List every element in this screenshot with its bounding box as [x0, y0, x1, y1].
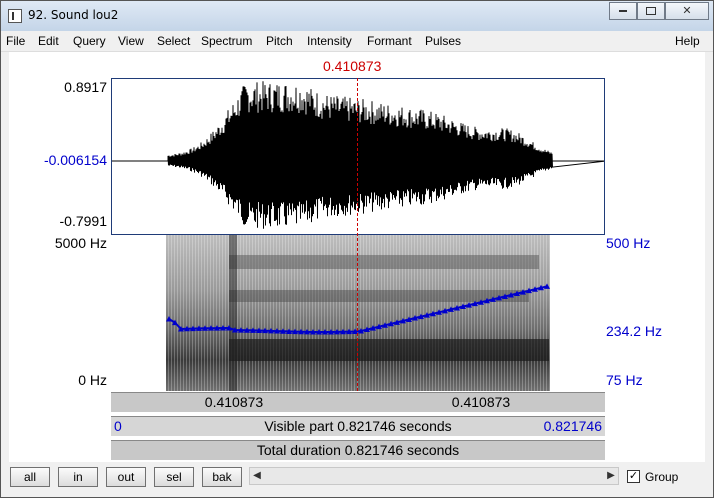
menu-spectrum[interactable]: Spectrum: [201, 34, 252, 48]
scroll-left-icon[interactable]: ◀: [250, 468, 264, 484]
group-label: Group: [645, 470, 679, 484]
maximize-icon: [646, 7, 656, 16]
menu-select[interactable]: Select: [157, 34, 190, 48]
onset-burst: [229, 235, 237, 391]
zoom-all-button[interactable]: all: [10, 467, 50, 487]
waveform-min-label: -0.7991: [59, 213, 107, 229]
scroll-right-icon[interactable]: ▶: [604, 468, 618, 484]
menu-view[interactable]: View: [118, 34, 144, 48]
app-icon: [8, 9, 22, 23]
sound-editor-area[interactable]: 0.410873 0.8917 -0.006154 -0.7991 5000 H…: [9, 52, 705, 462]
menu-intensity[interactable]: Intensity: [307, 34, 352, 48]
praat-sound-window: 92. Sound lou2 ✕ File Edit Query View Se…: [0, 0, 714, 498]
window-controls: ✕: [609, 2, 709, 20]
formant-band-low: [229, 339, 549, 361]
menu-bar: File Edit Query View Select Spectrum Pit…: [1, 31, 713, 52]
visible-part-bar[interactable]: 0 Visible part 0.821746 seconds 0.821746: [111, 416, 605, 436]
check-icon: ✓: [628, 470, 639, 482]
selection-left-segment[interactable]: 0.410873: [111, 392, 357, 412]
close-button[interactable]: ✕: [665, 2, 709, 20]
visible-end-label: 0.821746: [543, 418, 602, 434]
pitch-bottom-label: 75 Hz: [606, 372, 643, 388]
waveform-zero-label: -0.006154: [43, 152, 107, 168]
menu-file[interactable]: File: [6, 34, 25, 48]
menu-help[interactable]: Help: [675, 34, 700, 48]
visible-start-label: 0: [114, 418, 122, 434]
close-icon: ✕: [682, 5, 692, 17]
group-checkbox[interactable]: ✓: [627, 470, 640, 483]
menu-pulses[interactable]: Pulses: [425, 34, 461, 48]
maximize-button[interactable]: [637, 2, 665, 20]
formant-band-mid: [229, 290, 529, 302]
zoom-in-button[interactable]: in: [58, 467, 98, 487]
waveform-panel[interactable]: [111, 78, 605, 235]
selection-right-segment[interactable]: 0.410873: [357, 392, 605, 412]
formant-band-upper: [229, 255, 539, 269]
pitch-top-label: 500 Hz: [606, 235, 651, 251]
cursor-time-label: 0.410873: [323, 58, 382, 74]
spectrogram-bottom-label: 0 Hz: [78, 372, 107, 388]
pitch-current-label: 234.2 Hz: [606, 323, 663, 339]
minimize-button[interactable]: [609, 2, 637, 20]
menu-query[interactable]: Query: [73, 34, 106, 48]
title-bar[interactable]: 92. Sound lou2 ✕: [1, 1, 713, 31]
spectrogram-panel[interactable]: [111, 235, 605, 391]
waveform-max-label: 0.8917: [64, 79, 107, 95]
window-title: 92. Sound lou2: [28, 8, 119, 22]
visible-part-label: Visible part 0.821746 seconds: [264, 418, 452, 434]
spectrogram-top-label: 5000 Hz: [54, 235, 107, 251]
spectrogram-plot: [166, 235, 550, 391]
minimize-icon: [619, 10, 627, 13]
waveform-trace: [112, 81, 604, 229]
horizontal-scrollbar[interactable]: ◀ ▶: [249, 467, 619, 485]
menu-formant[interactable]: Formant: [367, 34, 412, 48]
zoom-out-button[interactable]: out: [106, 467, 146, 487]
zoom-back-button[interactable]: bak: [202, 467, 242, 487]
menu-edit[interactable]: Edit: [38, 34, 59, 48]
cursor-line[interactable]: [357, 78, 358, 391]
total-duration-bar[interactable]: Total duration 0.821746 seconds: [111, 440, 605, 460]
zoom-selection-button[interactable]: sel: [154, 467, 194, 487]
menu-pitch[interactable]: Pitch: [266, 34, 293, 48]
waveform-plot: [112, 81, 604, 229]
